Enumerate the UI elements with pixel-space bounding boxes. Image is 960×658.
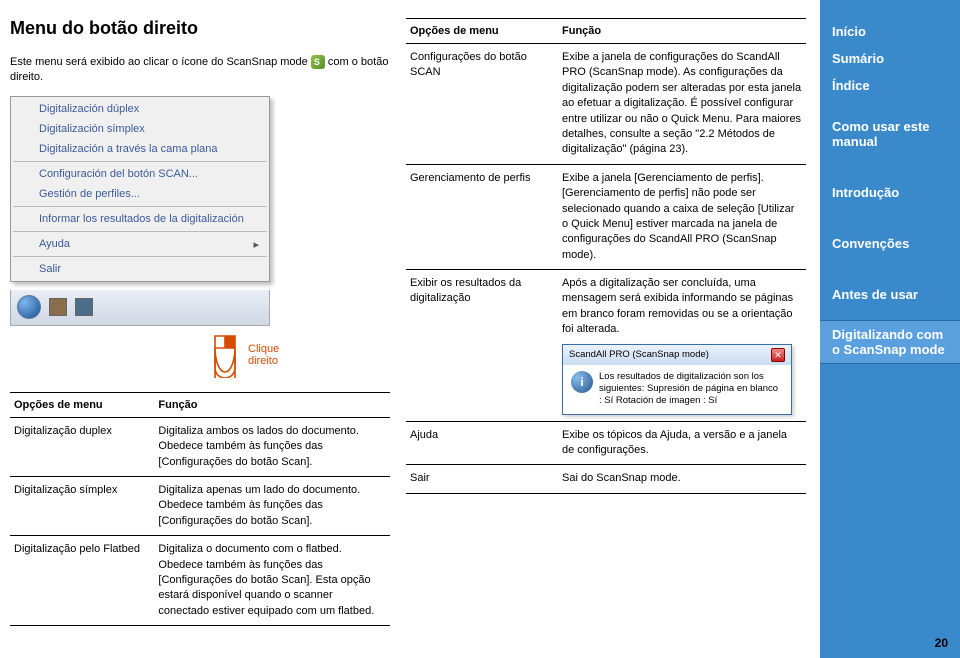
menu-item-simplex[interactable]: Digitalización símplex <box>13 119 267 139</box>
table-row: Ajuda Exibe os tópicos da Ajuda, a versã… <box>406 421 806 465</box>
table-row: Digitalização duplex Digitaliza ambos os… <box>10 417 390 476</box>
table-row: Sair Sai do ScanSnap mode. <box>406 465 806 493</box>
sidebar: Início Sumário Índice Como usar este man… <box>820 0 960 658</box>
table-row: Digitalização pelo Flatbed Digitaliza o … <box>10 536 390 626</box>
menu-item-results[interactable]: Informar los resultados de la digitaliza… <box>13 209 267 229</box>
col-header: Função <box>154 392 390 417</box>
explorer-icon <box>49 298 67 316</box>
table-row: Gerenciamento de perfis Exibe a janela [… <box>406 164 806 269</box>
start-orb-icon <box>17 295 41 319</box>
taskbar <box>10 290 270 326</box>
taskbar-app-icon <box>75 298 93 316</box>
page-title: Menu do botão direito <box>10 18 390 39</box>
sidebar-item-antes-usar[interactable]: Antes de usar <box>820 281 960 308</box>
dialog-title: ScandAll PRO (ScanSnap mode) <box>569 348 709 361</box>
sidebar-item-indice[interactable]: Índice <box>820 72 960 99</box>
info-dialog: ScandAll PRO (ScanSnap mode) ✕ i Los res… <box>562 344 792 415</box>
dialog-body-text: Los resultados de digitalización son los… <box>599 371 783 408</box>
options-table-right: Opções de menu Função Configurações do b… <box>406 18 806 494</box>
page-number: 20 <box>935 636 948 650</box>
sidebar-item-inicio[interactable]: Início <box>820 18 960 45</box>
sidebar-item-convencoes[interactable]: Convenções <box>820 230 960 257</box>
context-menu: Digitalización dúplex Digitalización sím… <box>10 96 270 282</box>
scansnap-icon <box>311 55 325 69</box>
info-icon: i <box>571 371 593 393</box>
menu-item-exit[interactable]: Salir <box>13 259 267 279</box>
sidebar-item-digitalizando[interactable]: Digitalizando com o ScanSnap mode <box>820 320 960 364</box>
table-row: Configurações do botão SCAN Exibe a jane… <box>406 44 806 165</box>
col-header: Opções de menu <box>406 19 558 44</box>
sidebar-item-como-usar[interactable]: Como usar este manual <box>820 113 960 155</box>
table-row: Exibir os resultados da digitalização Ap… <box>406 270 806 422</box>
menu-item-profiles[interactable]: Gestión de perfiles... <box>13 184 267 204</box>
options-table-left: Opções de menu Função Digitalização dupl… <box>10 392 390 626</box>
sidebar-item-introducao[interactable]: Introdução <box>820 179 960 206</box>
mouse-icon <box>210 332 240 378</box>
col-header: Função <box>558 19 806 44</box>
col-header: Opções de menu <box>10 392 154 417</box>
menu-item-config-scan[interactable]: Configuración del botón SCAN... <box>13 164 267 184</box>
menu-item-flatbed[interactable]: Digitalización a través la cama plana <box>13 139 267 159</box>
menu-item-help[interactable]: Ayuda <box>13 234 267 254</box>
sidebar-item-sumario[interactable]: Sumário <box>820 45 960 72</box>
table-row: Digitalização símplex Digitaliza apenas … <box>10 476 390 535</box>
close-icon[interactable]: ✕ <box>771 348 785 362</box>
menu-item-duplex[interactable]: Digitalización dúplex <box>13 99 267 119</box>
intro-text: Este menu será exibido ao clicar o ícone… <box>10 55 390 86</box>
right-click-hint: Clique direito <box>210 332 390 378</box>
